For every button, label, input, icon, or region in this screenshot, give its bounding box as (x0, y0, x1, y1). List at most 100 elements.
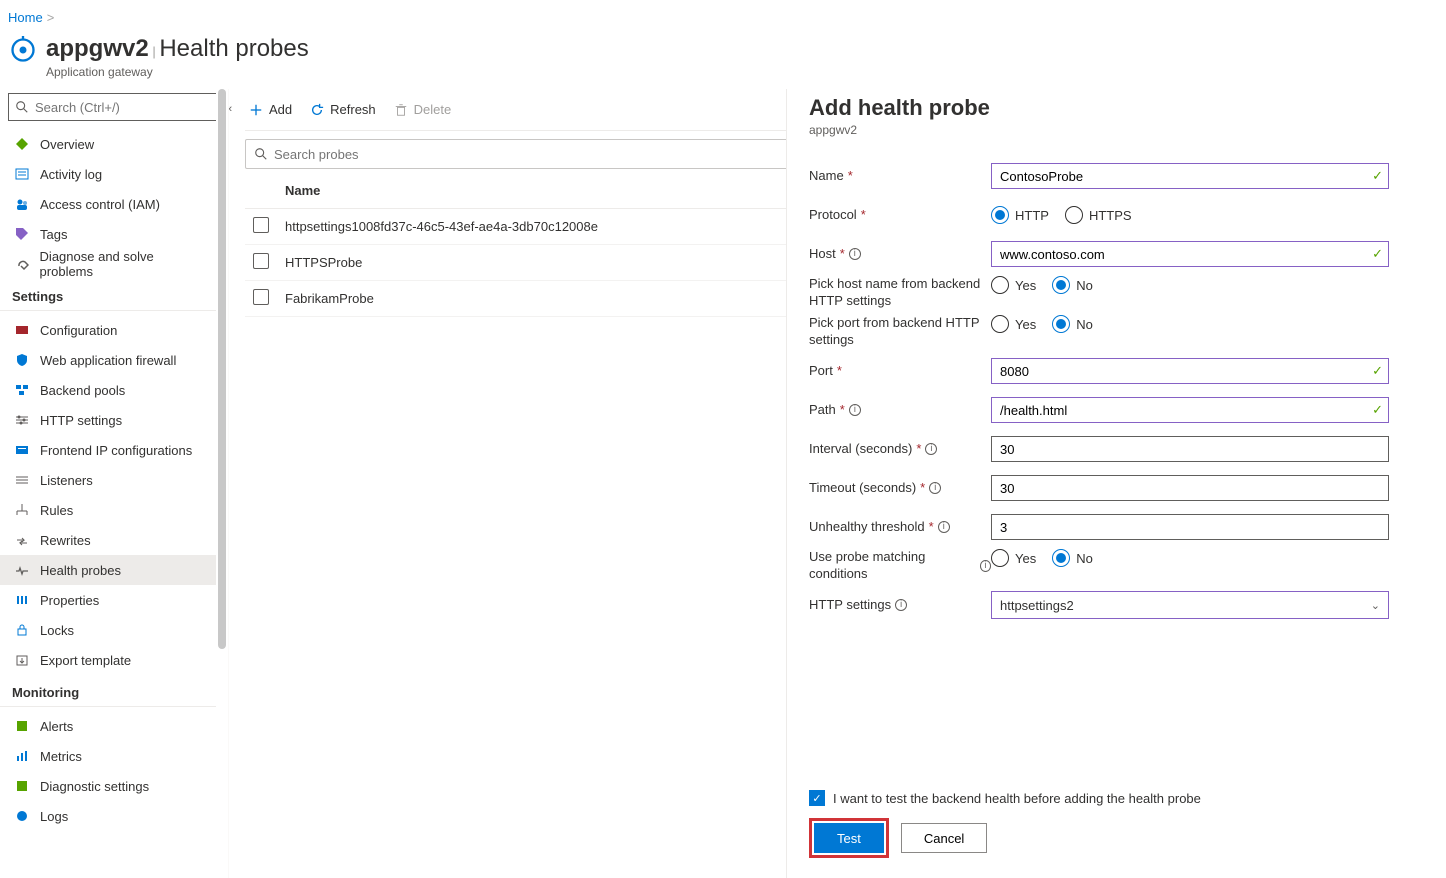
info-icon[interactable]: i (929, 482, 941, 494)
sidebar-item-label: Logs (40, 809, 68, 824)
test-before-add-checkbox[interactable]: ✓ (809, 790, 825, 806)
search-icon (254, 147, 268, 161)
nav-icon (14, 196, 30, 212)
breadcrumb-home[interactable]: Home (0, 4, 43, 31)
label-matching: Use probe matching conditions i (809, 549, 991, 583)
panel-subtitle: appgwv2 (809, 123, 1416, 137)
label-interval: Interval (seconds)*i (809, 441, 991, 458)
radio-pick-port-no[interactable]: No (1052, 315, 1093, 333)
nav-icon (14, 748, 30, 764)
sidebar-item-rules[interactable]: Rules (0, 495, 216, 525)
label-path: Path*i (809, 402, 991, 419)
info-icon[interactable]: i (938, 521, 950, 533)
info-icon[interactable]: i (849, 404, 861, 416)
sidebar-item-label: Listeners (40, 473, 93, 488)
chevron-down-icon: ⌄ (1371, 599, 1380, 612)
radio-pick-host-no[interactable]: No (1052, 276, 1093, 294)
sidebar-search-input[interactable] (35, 100, 211, 115)
sidebar-item-label: Properties (40, 593, 99, 608)
nav-icon (14, 352, 30, 368)
nav-icon (14, 502, 30, 518)
sidebar-item-export-template[interactable]: Export template (0, 645, 216, 675)
info-icon[interactable]: i (849, 248, 861, 260)
radio-https[interactable]: HTTPS (1065, 206, 1132, 224)
row-checkbox[interactable] (253, 217, 269, 233)
path-input[interactable] (991, 397, 1389, 423)
nav-icon (14, 136, 30, 152)
sidebar-item-activity-log[interactable]: Activity log (0, 159, 216, 189)
label-pick-host: Pick host name from backend HTTP setting… (809, 276, 991, 310)
nav-icon (14, 718, 30, 734)
row-checkbox[interactable] (253, 253, 269, 269)
nav-icon (14, 256, 30, 272)
sidebar-item-label: Web application firewall (40, 353, 176, 368)
scrollbar[interactable] (216, 89, 228, 878)
nav-icon (14, 472, 30, 488)
label-http-settings: HTTP settings i (809, 597, 991, 614)
sidebar-item-rewrites[interactable]: Rewrites (0, 525, 216, 555)
test-button[interactable]: Test (814, 823, 884, 853)
info-icon[interactable]: i (925, 443, 937, 455)
label-port: Port* (809, 363, 991, 380)
cancel-button[interactable]: Cancel (901, 823, 987, 853)
info-icon[interactable]: i (980, 560, 991, 572)
sidebar-item-locks[interactable]: Locks (0, 615, 216, 645)
info-icon[interactable]: i (895, 599, 907, 611)
nav-icon (14, 652, 30, 668)
sidebar-item-overview[interactable]: Overview (0, 129, 216, 159)
sidebar-item-diagnose-and-solve-problems[interactable]: Diagnose and solve problems (0, 249, 216, 279)
label-protocol: Protocol* (809, 207, 991, 224)
nav-icon (14, 778, 30, 794)
app-gateway-icon (8, 35, 38, 65)
sidebar-item-label: Metrics (40, 749, 82, 764)
sidebar-item-health-probes[interactable]: Health probes (0, 555, 216, 585)
test-before-add-label: I want to test the backend health before… (833, 791, 1201, 806)
port-input[interactable] (991, 358, 1389, 384)
sidebar-item-alerts[interactable]: Alerts (0, 711, 216, 741)
sidebar-item-label: Rewrites (40, 533, 91, 548)
sidebar-item-http-settings[interactable]: HTTP settings (0, 405, 216, 435)
nav-icon (14, 412, 30, 428)
sidebar-item-web-application-firewall[interactable]: Web application firewall (0, 345, 216, 375)
sidebar-item-label: Access control (IAM) (40, 197, 160, 212)
sidebar-item-label: Frontend IP configurations (40, 443, 192, 458)
unhealthy-input[interactable] (991, 514, 1389, 540)
sidebar-item-diagnostic-settings[interactable]: Diagnostic settings (0, 771, 216, 801)
timeout-input[interactable] (991, 475, 1389, 501)
sidebar-item-label: Diagnose and solve problems (40, 249, 206, 279)
name-input[interactable] (991, 163, 1389, 189)
sidebar-group-settings: Settings (0, 279, 216, 311)
sidebar-item-label: Diagnostic settings (40, 779, 149, 794)
radio-matching-yes[interactable]: Yes (991, 549, 1036, 567)
add-button[interactable]: Add (249, 102, 292, 117)
breadcrumb-separator: > (43, 10, 59, 25)
row-checkbox[interactable] (253, 289, 269, 305)
sidebar-item-configuration[interactable]: Configuration (0, 315, 216, 345)
sidebar-item-listeners[interactable]: Listeners (0, 465, 216, 495)
sidebar-item-logs[interactable]: Logs (0, 801, 216, 831)
sidebar-item-label: Rules (40, 503, 73, 518)
radio-pick-host-yes[interactable]: Yes (991, 276, 1036, 294)
sidebar-search[interactable] (8, 93, 218, 121)
nav-icon (14, 622, 30, 638)
nav-icon (14, 532, 30, 548)
sidebar-item-access-control-iam-[interactable]: Access control (IAM) (0, 189, 216, 219)
sidebar-item-label: Overview (40, 137, 94, 152)
refresh-button[interactable]: Refresh (310, 102, 376, 117)
http-settings-select[interactable]: httpsettings2 ⌄ (991, 591, 1389, 619)
sidebar-item-frontend-ip-configurations[interactable]: Frontend IP configurations (0, 435, 216, 465)
sidebar-item-properties[interactable]: Properties (0, 585, 216, 615)
sidebar-item-label: Locks (40, 623, 74, 638)
radio-matching-no[interactable]: No (1052, 549, 1093, 567)
host-input[interactable] (991, 241, 1389, 267)
sidebar-item-metrics[interactable]: Metrics (0, 741, 216, 771)
sidebar-item-label: HTTP settings (40, 413, 122, 428)
radio-http[interactable]: HTTP (991, 206, 1049, 224)
plus-icon (249, 103, 263, 117)
interval-input[interactable] (991, 436, 1389, 462)
radio-pick-port-yes[interactable]: Yes (991, 315, 1036, 333)
sidebar-item-label: Export template (40, 653, 131, 668)
sidebar-item-tags[interactable]: Tags (0, 219, 216, 249)
sidebar-item-backend-pools[interactable]: Backend pools (0, 375, 216, 405)
label-pick-port: Pick port from backend HTTP settings (809, 315, 991, 349)
